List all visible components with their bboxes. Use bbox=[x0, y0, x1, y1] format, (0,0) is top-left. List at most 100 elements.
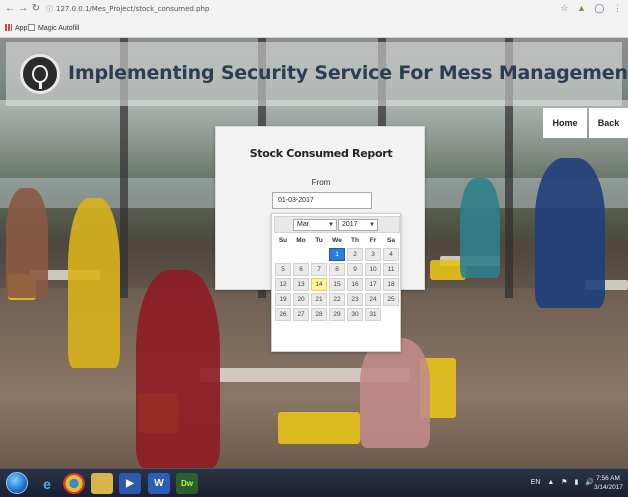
flag-icon[interactable]: ⚑ bbox=[561, 479, 567, 486]
weekday-label: Mo bbox=[296, 237, 306, 244]
person bbox=[68, 198, 120, 368]
forward-arrow-icon[interactable]: → bbox=[17, 3, 29, 15]
report-title: Stock Consumed Report bbox=[249, 147, 393, 160]
info-icon: ⓘ bbox=[46, 5, 53, 13]
bookmarks-bar: Apps Magic Autofill bbox=[0, 20, 628, 37]
weekday-label: Fr bbox=[369, 237, 377, 244]
calendar-day[interactable]: 6 bbox=[293, 263, 309, 276]
clock-date: 3/14/2017 bbox=[594, 484, 623, 491]
calendar-day[interactable]: 4 bbox=[383, 248, 399, 261]
browser-chrome: ← → ↻ ⓘ 127.0.0.1/Mes_Project/stock_consu… bbox=[0, 0, 628, 38]
calendar-day[interactable]: 9 bbox=[347, 263, 363, 276]
extension-icon[interactable]: ▲ bbox=[577, 3, 586, 13]
calendar-day[interactable]: 19 bbox=[275, 293, 291, 306]
browser-actions: ☆ ▲ ◯ ⋮ bbox=[554, 3, 622, 14]
calendar-day[interactable]: 30 bbox=[347, 308, 363, 321]
calendar-day[interactable]: 7 bbox=[311, 263, 327, 276]
ie-icon[interactable]: e bbox=[36, 473, 58, 494]
calendar-day[interactable]: 16 bbox=[347, 278, 363, 291]
tray-arrow-icon[interactable]: ▲ bbox=[547, 479, 554, 486]
weekday-label: Sa bbox=[387, 237, 395, 244]
year-value: 2017 bbox=[342, 221, 358, 228]
page-icon bbox=[28, 24, 35, 31]
calendar-day[interactable]: 2 bbox=[347, 248, 363, 261]
calendar-day[interactable]: 23 bbox=[347, 293, 363, 306]
nav-home[interactable]: Home bbox=[543, 108, 587, 138]
home-link[interactable]: Home bbox=[543, 108, 587, 138]
calendar-day[interactable]: 21 bbox=[311, 293, 327, 306]
weekday-label: Su bbox=[278, 237, 288, 244]
taskbar: e ▶ W Dw EN ▲ ⚑ ▮ 🔊 7:56 AM 3/14/2017 bbox=[0, 468, 628, 497]
calendar-day[interactable]: 20 bbox=[293, 293, 309, 306]
language-indicator[interactable]: EN bbox=[531, 479, 541, 486]
weekday-header: Su Mo Tu We Th Fr Sa bbox=[274, 235, 400, 247]
calendar-day[interactable]: 15 bbox=[329, 278, 345, 291]
calendar-day[interactable]: 31 bbox=[365, 308, 381, 321]
nav-back[interactable]: Back bbox=[589, 108, 628, 138]
calendar-day[interactable]: 5 bbox=[275, 263, 291, 276]
reload-icon[interactable]: ↻ bbox=[30, 3, 42, 15]
site-header: Implementing Security Service For Mess M… bbox=[6, 42, 628, 106]
calendar-day[interactable]: 17 bbox=[365, 278, 381, 291]
month-select[interactable]: Mar ▼ bbox=[293, 219, 337, 231]
person bbox=[460, 178, 500, 278]
person bbox=[136, 270, 220, 468]
calendar-day[interactable]: 29 bbox=[329, 308, 345, 321]
bookmark-label: Magic Autofill bbox=[38, 25, 80, 32]
calendar-day[interactable]: 13 bbox=[293, 278, 309, 291]
volume-icon[interactable]: 🔊 bbox=[585, 479, 594, 486]
system-tray: EN ▲ ⚑ ▮ 🔊 bbox=[526, 478, 594, 486]
dropdown-arrow-icon: ▼ bbox=[328, 222, 334, 228]
calendar-day[interactable]: 27 bbox=[293, 308, 309, 321]
calendar-day[interactable]: 25 bbox=[383, 293, 399, 306]
plate-logo-icon bbox=[20, 54, 60, 94]
back-link[interactable]: Back bbox=[589, 108, 628, 138]
month-value: Mar bbox=[297, 221, 310, 228]
network-icon[interactable]: ▮ bbox=[574, 479, 578, 486]
calendar-day[interactable]: 18 bbox=[383, 278, 399, 291]
from-date-input[interactable]: 01-03-2017 bbox=[272, 192, 372, 209]
site-title: Implementing Security Service For Mess M… bbox=[68, 62, 628, 84]
datepicker-header: Mar ▼ 2017 ▼ bbox=[274, 216, 400, 233]
calendar-day[interactable]: 3 bbox=[365, 248, 381, 261]
media-icon[interactable]: ▶ bbox=[119, 473, 141, 494]
chrome-icon[interactable] bbox=[63, 473, 85, 494]
dreamweaver-icon[interactable]: Dw bbox=[176, 473, 198, 494]
explorer-icon[interactable] bbox=[91, 473, 113, 494]
calendar-day[interactable]: 14 bbox=[311, 278, 327, 291]
calendar-day[interactable]: 28 bbox=[311, 308, 327, 321]
address-row: ← → ↻ ⓘ 127.0.0.1/Mes_Project/stock_consu… bbox=[0, 0, 628, 20]
screen: ← → ↻ ⓘ 127.0.0.1/Mes_Project/stock_consu… bbox=[0, 0, 628, 497]
person bbox=[360, 338, 430, 448]
sync-icon[interactable]: ◯ bbox=[594, 3, 604, 13]
calendar-day[interactable]: 22 bbox=[329, 293, 345, 306]
calendar-day[interactable]: 11 bbox=[383, 263, 399, 276]
url-text: 127.0.0.1/Mes_Project/stock_consumed.php bbox=[56, 5, 210, 13]
start-button-icon[interactable] bbox=[6, 472, 28, 494]
calendar-day[interactable]: 26 bbox=[275, 308, 291, 321]
person bbox=[535, 158, 605, 308]
weekday-label: Tu bbox=[315, 237, 323, 244]
calendar-day[interactable]: 12 bbox=[275, 278, 291, 291]
address-bar[interactable]: ⓘ 127.0.0.1/Mes_Project/stock_consumed.ph… bbox=[46, 4, 209, 14]
star-icon[interactable]: ☆ bbox=[560, 3, 568, 13]
datepicker: Mar ▼ 2017 ▼ Su Mo Tu We Th Fr Sa 1 2 3 4 5 6 7 8 9 10 11 1… bbox=[271, 213, 401, 352]
weekday-label: We bbox=[332, 237, 342, 244]
menu-icon[interactable]: ⋮ bbox=[613, 3, 622, 13]
weekday-label: Th bbox=[351, 237, 359, 244]
year-select[interactable]: 2017 ▼ bbox=[338, 219, 378, 231]
word-icon[interactable]: W bbox=[148, 473, 170, 494]
dropdown-arrow-icon: ▼ bbox=[369, 222, 375, 228]
back-arrow-icon[interactable]: ← bbox=[4, 3, 16, 15]
dw-label: Dw bbox=[181, 479, 193, 488]
calendar-day[interactable]: 8 bbox=[329, 263, 345, 276]
calendar-day[interactable]: 24 bbox=[365, 293, 381, 306]
clock-time: 7:56 AM bbox=[596, 475, 620, 482]
calendar-day[interactable]: 1 bbox=[329, 248, 345, 261]
chair bbox=[278, 412, 360, 444]
person bbox=[6, 188, 48, 298]
clock[interactable]: 7:56 AM 3/14/2017 bbox=[594, 474, 623, 492]
apps-grid-icon bbox=[5, 24, 12, 31]
bookmark-magic-autofill[interactable]: Magic Autofill bbox=[28, 24, 79, 32]
calendar-day[interactable]: 10 bbox=[365, 263, 381, 276]
